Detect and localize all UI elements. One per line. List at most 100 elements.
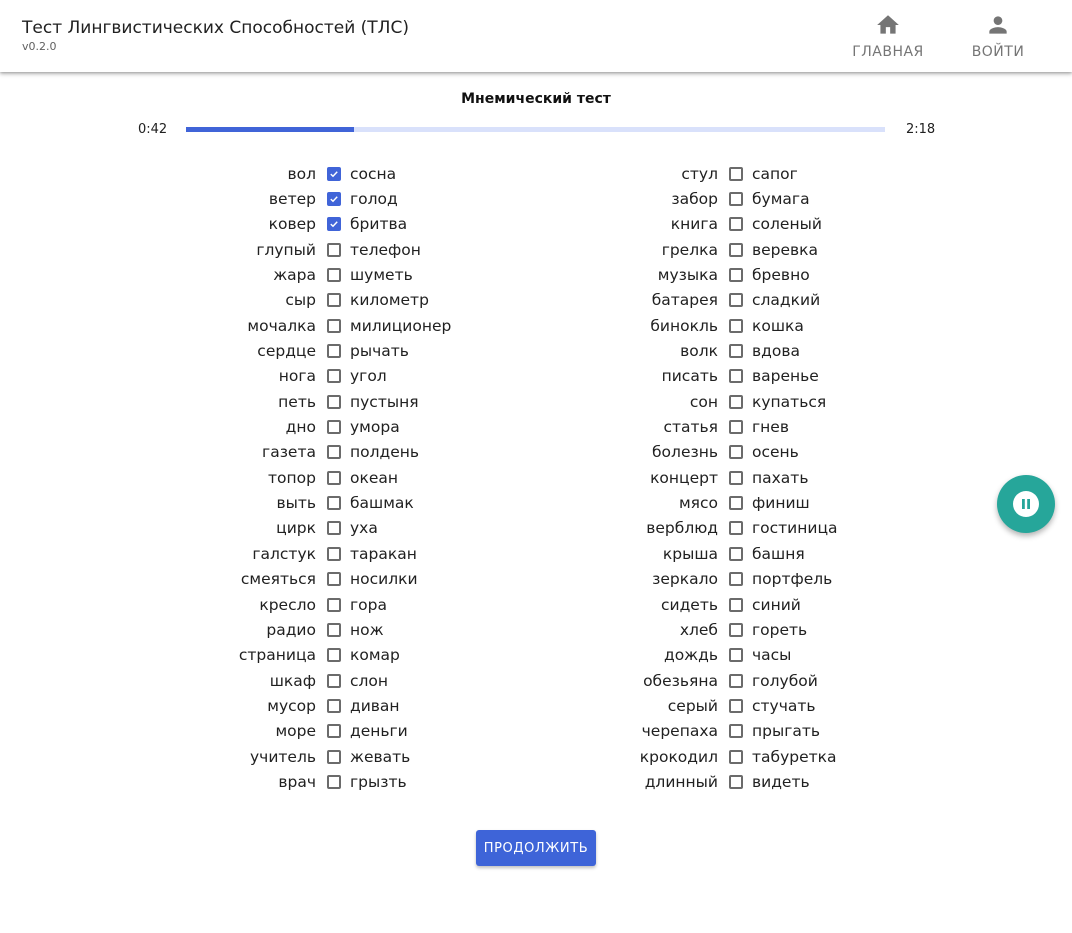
pair-checkbox[interactable] (327, 242, 341, 257)
stimulus-word: газета (262, 443, 316, 462)
pair-checkbox[interactable] (729, 521, 743, 536)
stimulus-word: обезьяна (643, 671, 718, 690)
response-word: милиционер (350, 316, 452, 335)
home-icon (875, 12, 901, 38)
pause-icon (1013, 491, 1039, 517)
pair-checkbox[interactable] (729, 293, 743, 308)
stimulus-word: мясо (678, 494, 718, 513)
pause-button[interactable] (997, 475, 1055, 533)
pair-checkbox[interactable] (729, 698, 743, 713)
pair-checkbox[interactable] (729, 344, 743, 359)
word-pair-row: стул сапог (612, 161, 838, 186)
stimulus-word: болезнь (652, 443, 718, 462)
stimulus-word: статья (663, 418, 718, 437)
login-button[interactable]: ВОЙТИ (953, 12, 1043, 64)
pair-checkbox[interactable] (327, 445, 341, 460)
pair-checkbox[interactable] (327, 597, 341, 612)
pair-checkbox[interactable] (729, 420, 743, 435)
pair-checkbox[interactable] (327, 369, 341, 384)
pair-checkbox[interactable] (327, 166, 341, 181)
response-word: умора (350, 418, 400, 437)
response-word: гореть (752, 620, 808, 639)
response-word: грызть (350, 772, 407, 791)
pair-checkbox[interactable] (729, 774, 743, 789)
response-word: бревно (752, 266, 810, 285)
word-pairs-right: стул сапог забор бумага книга соленый грелка ве… (612, 161, 838, 795)
pair-checkbox[interactable] (729, 445, 743, 460)
response-word: сладкий (752, 291, 821, 310)
word-pairs-left: вол сосна ветер голод ковер бритва глупый телеф… (210, 161, 452, 795)
response-word: осень (752, 443, 799, 462)
word-pair-row: верблюд гостиница (612, 516, 838, 541)
stimulus-word: кресло (259, 595, 316, 614)
pair-checkbox[interactable] (729, 572, 743, 587)
continue-button[interactable]: ПРОДОЛЖИТЬ (476, 830, 596, 866)
pair-checkbox[interactable] (327, 394, 341, 409)
stimulus-word: книга (670, 215, 718, 234)
pair-checkbox[interactable] (327, 496, 341, 511)
response-word: гнев (752, 418, 789, 437)
response-word: деньги (350, 722, 408, 741)
pair-checkbox[interactable] (729, 496, 743, 511)
pair-checkbox[interactable] (327, 546, 341, 561)
pair-checkbox[interactable] (729, 394, 743, 409)
pair-checkbox[interactable] (327, 318, 341, 333)
pair-checkbox[interactable] (327, 749, 341, 764)
pair-checkbox[interactable] (327, 572, 341, 587)
pair-checkbox[interactable] (327, 648, 341, 663)
response-word: гостиница (752, 519, 838, 538)
stimulus-word: сон (689, 392, 718, 411)
word-pair-row: сыр километр (210, 288, 451, 313)
stimulus-word: глупый (256, 240, 316, 259)
pair-checkbox[interactable] (729, 268, 743, 283)
word-pair-row: мясо финиш (612, 490, 838, 515)
stimulus-word: ковер (268, 215, 316, 234)
pair-checkbox[interactable] (729, 724, 743, 739)
word-pair-row: мочалка милиционер (210, 313, 451, 338)
stimulus-word: мочалка (247, 316, 316, 335)
response-word: телефон (350, 240, 421, 259)
pair-checkbox[interactable] (327, 470, 341, 485)
word-pair-row: галстук таракан (210, 541, 451, 566)
pair-checkbox[interactable] (729, 597, 743, 612)
pair-checkbox[interactable] (327, 217, 341, 232)
pair-checkbox[interactable] (729, 648, 743, 663)
stimulus-word: петь (278, 392, 316, 411)
stimulus-word: выть (276, 494, 316, 513)
stimulus-word: хлеб (679, 620, 718, 639)
pair-checkbox[interactable] (327, 293, 341, 308)
pair-checkbox[interactable] (327, 420, 341, 435)
pair-checkbox[interactable] (729, 242, 743, 257)
pair-checkbox[interactable] (729, 673, 743, 688)
pair-checkbox[interactable] (729, 166, 743, 181)
pair-checkbox[interactable] (729, 622, 743, 637)
pair-checkbox[interactable] (327, 774, 341, 789)
pair-checkbox[interactable] (327, 698, 341, 713)
pair-checkbox[interactable] (729, 749, 743, 764)
stimulus-word: вол (287, 164, 316, 183)
pair-checkbox[interactable] (729, 217, 743, 232)
pair-checkbox[interactable] (729, 192, 743, 207)
pair-checkbox[interactable] (327, 521, 341, 536)
word-pair-row: жара шуметь (210, 262, 451, 287)
response-word: купаться (752, 392, 827, 411)
pair-checkbox[interactable] (327, 622, 341, 637)
stimulus-word: галстук (252, 544, 316, 563)
pair-checkbox[interactable] (327, 673, 341, 688)
pair-checkbox[interactable] (729, 470, 743, 485)
word-pair-row: учитель жевать (210, 744, 451, 769)
pair-checkbox[interactable] (729, 546, 743, 561)
pair-checkbox[interactable] (327, 192, 341, 207)
word-pair-row: крыша башня (612, 541, 838, 566)
response-word: километр (350, 291, 429, 310)
pair-checkbox[interactable] (327, 724, 341, 739)
pair-checkbox[interactable] (327, 268, 341, 283)
pair-checkbox[interactable] (729, 369, 743, 384)
pair-checkbox[interactable] (327, 344, 341, 359)
word-pair-row: нога угол (210, 364, 451, 389)
response-word: сосна (350, 164, 397, 183)
word-pair-row: топор океан (210, 465, 451, 490)
pair-checkbox[interactable] (729, 318, 743, 333)
home-button[interactable]: ГЛАВНАЯ (843, 12, 933, 64)
response-word: бумага (752, 190, 810, 209)
